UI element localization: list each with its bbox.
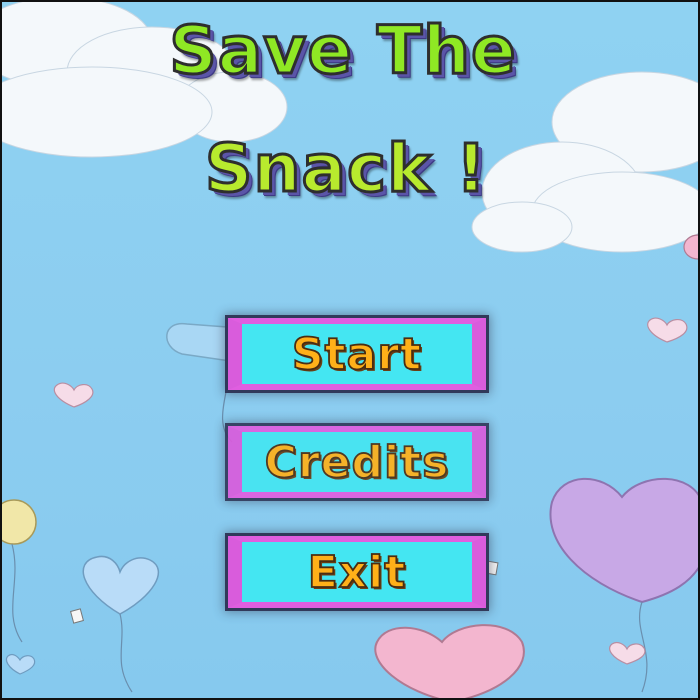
main-menu-screen: Save The Snack ! Start Credits Exit	[0, 0, 700, 700]
start-button-label: Start	[291, 328, 423, 381]
balloon-tag	[70, 608, 84, 624]
exit-button[interactable]: Exit	[228, 536, 486, 608]
credits-button-label: Credits	[264, 436, 450, 489]
balloon-tag	[485, 560, 499, 576]
balloon-pink-heart	[374, 624, 525, 698]
game-title-line1: Save The	[168, 11, 518, 91]
small-heart	[609, 641, 646, 665]
small-heart	[647, 317, 688, 343]
start-button[interactable]: Start	[228, 318, 486, 390]
balloon-blue-heart	[82, 555, 160, 693]
credits-button[interactable]: Credits	[228, 426, 486, 498]
small-heart	[53, 382, 94, 408]
game-title-line2: Snack !	[203, 129, 488, 209]
exit-button-label: Exit	[307, 546, 407, 599]
balloon-yellow	[2, 499, 37, 643]
small-heart	[5, 653, 36, 675]
